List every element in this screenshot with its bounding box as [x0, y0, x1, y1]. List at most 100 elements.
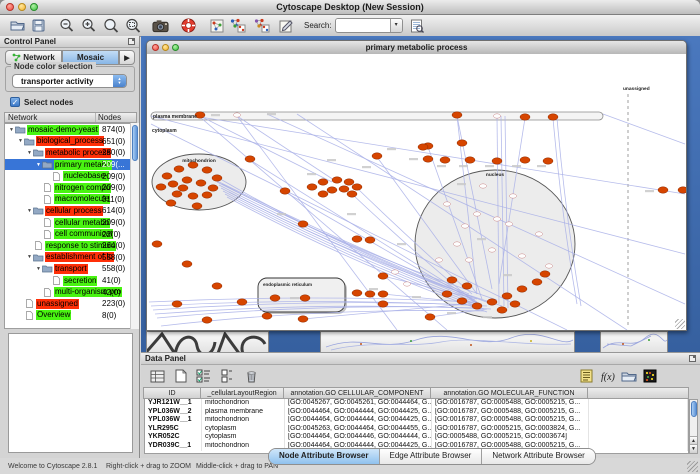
gene-node[interactable] — [178, 185, 188, 191]
gene-node[interactable] — [270, 295, 280, 301]
network-overview-icon[interactable] — [208, 17, 225, 34]
disclosure-triangle-icon[interactable]: ▼ — [8, 127, 15, 133]
select-attributes-icon[interactable] — [195, 368, 212, 385]
disclosure-triangle-icon[interactable]: ▼ — [26, 208, 33, 214]
edge[interactable] — [603, 114, 685, 144]
gene-node[interactable] — [237, 299, 247, 305]
gene-node[interactable] — [300, 295, 310, 301]
gene-node[interactable] — [352, 290, 362, 296]
background-window-fragment-3[interactable] — [600, 331, 668, 352]
tree-column-nodes[interactable]: Nodes — [96, 113, 136, 122]
gene-node-unselected[interactable] — [474, 212, 481, 216]
gene-node[interactable] — [327, 187, 337, 193]
tree-item-multi-organism-pro[interactable]: multi-organism pro42(0) — [5, 286, 136, 298]
gene-node[interactable] — [462, 283, 472, 289]
snapshot-camera-icon[interactable] — [152, 17, 169, 34]
gene-node[interactable] — [196, 180, 206, 186]
gene-node[interactable] — [202, 192, 212, 198]
table-row[interactable]: YKR052Ccytoplasm[GO:0044464, GO:0044446,… — [145, 433, 688, 442]
gene-node[interactable] — [174, 166, 184, 172]
tree-item-primary-metabo[interactable]: ▼primary metabo209(... — [5, 159, 136, 171]
attribute-matrix-icon[interactable] — [149, 368, 166, 385]
gene-node[interactable] — [378, 291, 388, 297]
disclosure-triangle-icon[interactable]: ▼ — [35, 266, 42, 272]
gene-node[interactable] — [298, 221, 308, 227]
gene-node[interactable] — [212, 283, 222, 289]
gene-node[interactable] — [245, 156, 255, 162]
window-titlebar[interactable]: Cytoscape Desktop (New Session) — [0, 0, 700, 15]
gene-node-unselected[interactable] — [480, 184, 487, 188]
gene-node[interactable] — [332, 177, 342, 183]
gene-node[interactable] — [152, 241, 162, 247]
tree-item-nucleobase-[interactable]: nucleobase-209(0) — [5, 170, 136, 182]
gene-node[interactable] — [318, 191, 328, 197]
tab-network-attribute-browser[interactable]: Network Attribute Browser — [482, 449, 594, 464]
table-row[interactable]: YPL036W__2plasma membrane[GO:0044464, GO… — [145, 408, 688, 417]
search-input[interactable] — [336, 19, 390, 30]
gene-node[interactable] — [182, 261, 192, 267]
gene-node[interactable] — [192, 203, 202, 209]
gene-node[interactable] — [298, 316, 308, 322]
tree-item-secretion[interactable]: secretion41(0) — [5, 275, 136, 287]
new-attribute-icon[interactable] — [172, 368, 189, 385]
gene-node-unselected[interactable] — [506, 222, 513, 226]
column-header-cellular-component[interactable]: annotation.GO CELLULAR_COMPONENT — [283, 387, 431, 399]
gene-node[interactable] — [188, 193, 198, 199]
gene-node[interactable] — [425, 314, 435, 320]
gene-node[interactable] — [465, 157, 475, 163]
gene-node[interactable] — [423, 156, 433, 162]
tree-item-metabolic-process[interactable]: ▼metabolic process280(0) — [5, 147, 136, 159]
function-builder-icon[interactable]: f(x) — [599, 368, 616, 385]
advanced-search-icon[interactable] — [409, 17, 426, 34]
edge[interactable] — [237, 116, 337, 182]
gene-node[interactable] — [502, 293, 512, 299]
gene-node[interactable] — [442, 291, 452, 297]
gene-node[interactable] — [166, 200, 176, 206]
gene-node[interactable] — [172, 301, 182, 307]
gene-node[interactable] — [520, 114, 530, 120]
gene-node[interactable] — [262, 313, 272, 319]
nodes-layer[interactable] — [152, 112, 686, 323]
table-scrollbar[interactable]: ▲ ▼ — [689, 399, 698, 454]
gene-node[interactable] — [182, 177, 192, 183]
tab-edge-attribute-browser[interactable]: Edge Attribute Browser — [380, 449, 483, 464]
tree-item-cellular-metabo[interactable]: cellular metabo209(0) — [5, 217, 136, 229]
tree-column-network[interactable]: Network — [5, 113, 96, 122]
column-header-region[interactable]: _cellularLayoutRegion — [200, 387, 284, 399]
tree-scrollbar[interactable] — [130, 123, 139, 329]
disclosure-triangle-icon[interactable]: ▼ — [26, 150, 33, 156]
gene-node[interactable] — [492, 158, 502, 164]
gene-node[interactable] — [440, 157, 450, 163]
scroll-down-arrow-icon[interactable]: ▼ — [690, 444, 697, 453]
gene-node[interactable] — [543, 158, 553, 164]
node-color-combobox[interactable]: transporter activity ▲▼ — [12, 74, 127, 88]
gene-node[interactable] — [202, 167, 212, 173]
gene-node[interactable] — [339, 186, 349, 192]
network-canvas[interactable]: plasma membrane cytoplasm mitochondrion … — [147, 54, 686, 330]
gene-node[interactable] — [202, 317, 212, 323]
window-resize-grip[interactable] — [687, 461, 698, 472]
tree-item-mosaic-demo-yeast[interactable]: ▼mosaic-demo-yeast874(0) — [5, 124, 136, 136]
delete-attribute-icon[interactable] — [243, 368, 260, 385]
gene-node[interactable] — [307, 184, 317, 190]
gene-node-unselected[interactable] — [466, 258, 473, 262]
zoom-out-icon[interactable] — [58, 17, 75, 34]
tree-item-transport[interactable]: ▼transport558(0) — [5, 263, 136, 275]
gene-node[interactable] — [352, 236, 362, 242]
gene-node[interactable] — [347, 191, 357, 197]
gene-node[interactable] — [344, 179, 354, 185]
gene-node[interactable] — [168, 181, 178, 187]
tree-item-nitrogen-compo[interactable]: nitrogen compo209(0) — [5, 182, 136, 194]
unselect-attributes-icon[interactable] — [218, 368, 235, 385]
tree-item-macromolecule[interactable]: macromolecule311(0) — [5, 194, 136, 206]
attribute-list-icon[interactable] — [578, 368, 595, 385]
zoom-fit-icon[interactable] — [102, 17, 119, 34]
gene-node[interactable] — [497, 307, 507, 313]
gene-node[interactable] — [372, 153, 382, 159]
network-desktop[interactable]: primary metabolic process plasma membran… — [141, 36, 700, 352]
layout-red-icon[interactable] — [253, 17, 270, 34]
gene-node[interactable] — [447, 277, 457, 283]
tree-item-cell-communicat[interactable]: cell communicat22(0) — [5, 228, 136, 240]
gene-node[interactable] — [540, 271, 550, 277]
gene-node[interactable] — [352, 184, 362, 190]
